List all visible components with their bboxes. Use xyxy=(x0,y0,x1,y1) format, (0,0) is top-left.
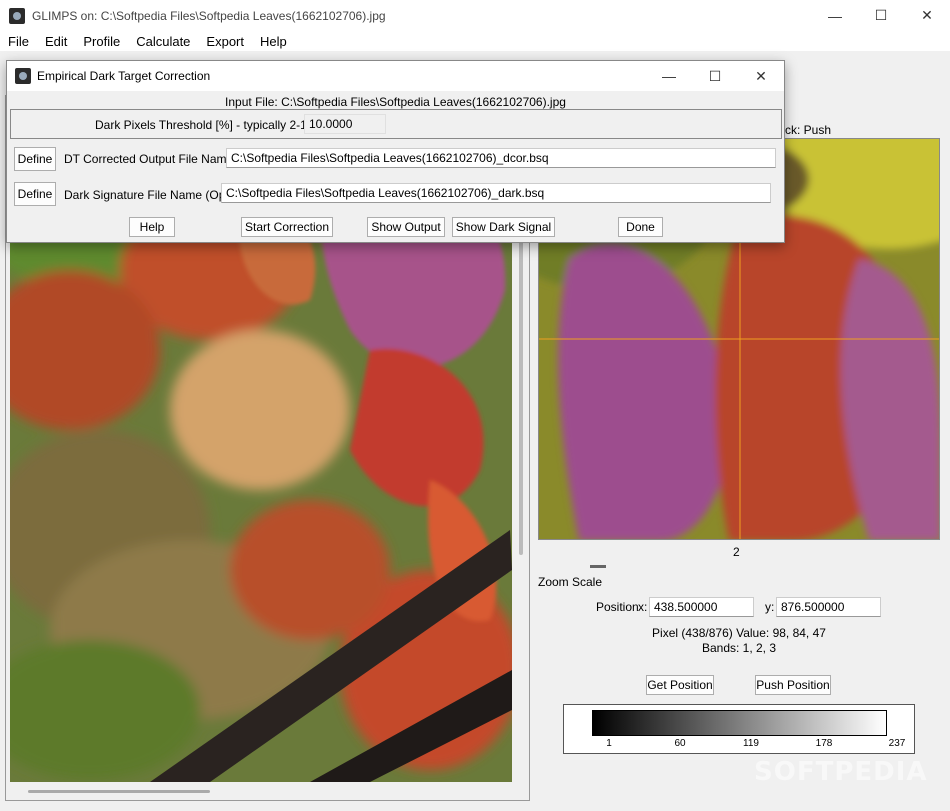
menu-edit[interactable]: Edit xyxy=(37,34,75,49)
main-image-view[interactable] xyxy=(10,150,512,782)
zoom-value: 2 xyxy=(733,545,740,559)
output-file-field[interactable]: C:\Softpedia Files\Softpedia Leaves(1662… xyxy=(226,148,776,168)
pixel-info: Pixel (438/876) Value: 98, 84, 47 Bands:… xyxy=(538,626,940,656)
right-panel-caption: ck: Push xyxy=(785,123,832,137)
colorbar-tick: 237 xyxy=(888,738,906,749)
watermark: SOFTPEDIA xyxy=(754,757,928,787)
zoom-slider[interactable] xyxy=(590,565,606,568)
grayscale-colorbar xyxy=(592,710,887,736)
define-signature-button[interactable]: Define xyxy=(14,182,56,206)
signature-file-label: Dark Signature File Name (Opt.): xyxy=(64,188,240,202)
threshold-field[interactable]: 10.0000 xyxy=(304,114,386,134)
dialog-minimize-button[interactable]: — xyxy=(646,61,692,91)
output-file-label: DT Corrected Output File Name: xyxy=(64,152,237,166)
colorbar-tick: 60 xyxy=(674,738,686,749)
bands-text: Bands: 1, 2, 3 xyxy=(701,641,777,655)
minimize-button[interactable]: — xyxy=(812,0,858,31)
define-output-button[interactable]: Define xyxy=(14,147,56,171)
y-label: y: xyxy=(765,600,775,614)
get-position-button[interactable]: Get Position xyxy=(646,675,714,695)
zoom-scale-label: Zoom Scale xyxy=(538,575,603,589)
input-file-label: Input File: C:\Softpedia Files\Softpedia… xyxy=(225,95,566,109)
show-dark-signal-button[interactable]: Show Dark Signal xyxy=(452,217,555,237)
menu-profile[interactable]: Profile xyxy=(75,34,128,49)
dark-target-dialog: Empirical Dark Target Correction — ☐ ✕ I… xyxy=(6,60,785,243)
close-button[interactable]: ✕ xyxy=(904,0,950,31)
position-label: Position xyxy=(596,600,639,614)
colorbar-tick: 178 xyxy=(815,738,833,749)
y-position-field[interactable]: 876.500000 xyxy=(776,597,881,617)
menubar: File Edit Profile Calculate Export Help xyxy=(0,31,950,51)
done-button[interactable]: Done xyxy=(618,217,663,237)
menu-calculate[interactable]: Calculate xyxy=(128,34,198,49)
main-window-title: GLIMPS on: C:\Softpedia Files\Softpedia … xyxy=(32,8,386,23)
threshold-label: Dark Pixels Threshold [%] - typically 2-… xyxy=(95,118,331,132)
dialog-title: Empirical Dark Target Correction xyxy=(37,69,211,83)
dialog-titlebar: Empirical Dark Target Correction — ☐ ✕ xyxy=(7,61,784,91)
menu-file[interactable]: File xyxy=(0,34,37,49)
colorbar-tick: 1 xyxy=(606,738,612,749)
menu-export[interactable]: Export xyxy=(198,34,252,49)
main-titlebar: GLIMPS on: C:\Softpedia Files\Softpedia … xyxy=(0,0,950,31)
app-icon xyxy=(9,7,25,24)
colorbar-tick: 119 xyxy=(743,738,759,749)
horizontal-scrollbar[interactable] xyxy=(28,790,210,793)
dialog-maximize-button[interactable]: ☐ xyxy=(692,61,738,91)
colorbar-panel: 1 60 119 178 237 xyxy=(563,704,915,754)
dialog-close-button[interactable]: ✕ xyxy=(738,61,784,91)
maximize-button[interactable]: ☐ xyxy=(858,0,904,31)
help-button[interactable]: Help xyxy=(129,217,175,237)
menu-help[interactable]: Help xyxy=(252,34,295,49)
start-correction-button[interactable]: Start Correction xyxy=(241,217,333,237)
dialog-app-icon xyxy=(15,68,31,84)
show-output-button[interactable]: Show Output xyxy=(367,217,445,237)
pixel-value-text: Pixel (438/876) Value: 98, 84, 47 xyxy=(652,626,826,640)
x-label: x: xyxy=(638,600,648,614)
signature-file-field[interactable]: C:\Softpedia Files\Softpedia Leaves(1662… xyxy=(221,183,771,203)
x-position-field[interactable]: 438.500000 xyxy=(649,597,754,617)
push-position-button[interactable]: Push Position xyxy=(755,675,831,695)
